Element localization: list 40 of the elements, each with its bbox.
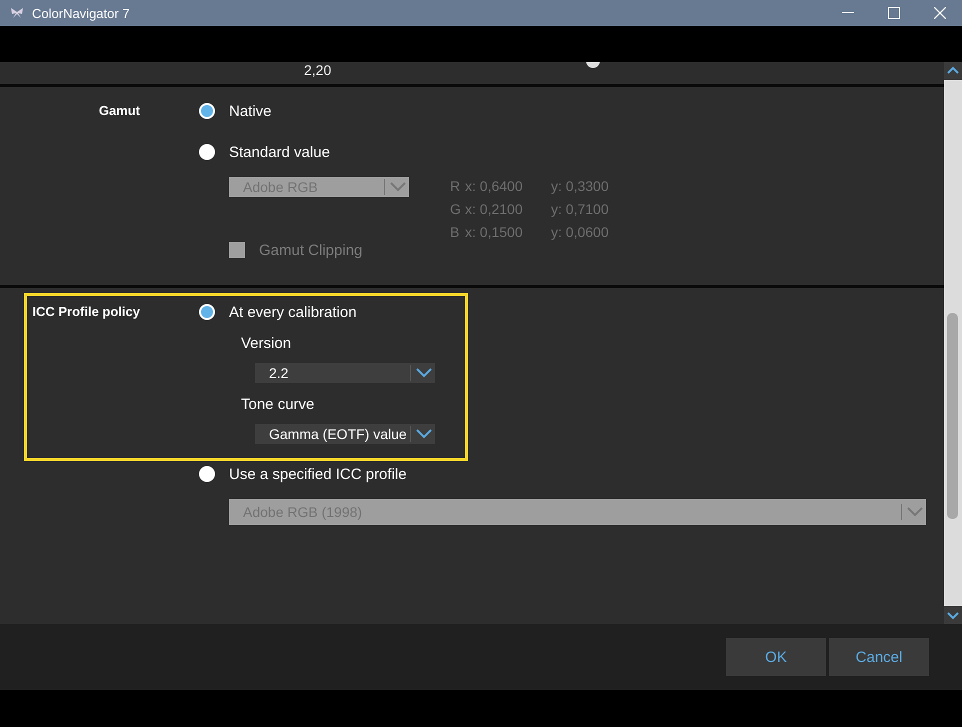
dropdown[interactable]: 2.2	[255, 363, 435, 383]
radio-button[interactable]	[199, 144, 215, 160]
slider-value: 2,20	[304, 62, 332, 78]
radio-button[interactable]	[199, 103, 215, 119]
coordinate-value: y: 0,0600	[551, 224, 609, 240]
section-label: Gamut	[98, 102, 140, 120]
scroll-thumb[interactable]	[947, 313, 958, 519]
window-title: ColorNavigator 7	[32, 6, 130, 20]
option-label: At every calibration	[229, 304, 357, 320]
coordinate-value: x: 0,1500	[465, 224, 524, 240]
coordinate-value: x: 0,2100	[465, 201, 524, 217]
coordinate-value: y: 0,3300	[551, 178, 609, 194]
maximize-icon[interactable]	[888, 7, 900, 19]
field-label: Tone curve	[241, 396, 316, 415]
caret-icon	[416, 429, 432, 439]
channel-label: R	[450, 178, 459, 194]
option-label: Native	[229, 102, 272, 120]
field-label: Version	[241, 335, 292, 354]
cancel-button[interactable]: Cancel	[829, 638, 929, 676]
scroll-down-icon[interactable]	[944, 606, 962, 624]
coordinate-value: x: 0,6400	[465, 178, 524, 194]
butterfly-icon	[10, 7, 24, 19]
channel-label: B	[450, 224, 459, 240]
caret-icon	[907, 507, 923, 517]
dropdown[interactable]: Gamma (EOTF) value	[255, 424, 435, 444]
checkbox-label: Gamut Clipping	[259, 242, 362, 258]
caret-icon	[416, 368, 432, 378]
caret-icon	[390, 182, 406, 192]
minimize-icon[interactable]	[842, 12, 854, 14]
scrollbar[interactable]	[944, 62, 962, 624]
option-label: Standard value	[229, 144, 330, 160]
radio-button[interactable]	[199, 466, 215, 482]
option-label: Use a specified ICC profile	[229, 466, 407, 482]
channel-label: G	[450, 201, 459, 217]
coordinate-value: y: 0,7100	[551, 201, 609, 217]
close-icon[interactable]	[934, 7, 946, 19]
ok-button[interactable]: OK	[726, 638, 826, 676]
section-label: ICC Profile policy	[31, 303, 140, 321]
radio-button[interactable]	[199, 304, 215, 320]
scroll-up-icon[interactable]	[944, 62, 962, 80]
